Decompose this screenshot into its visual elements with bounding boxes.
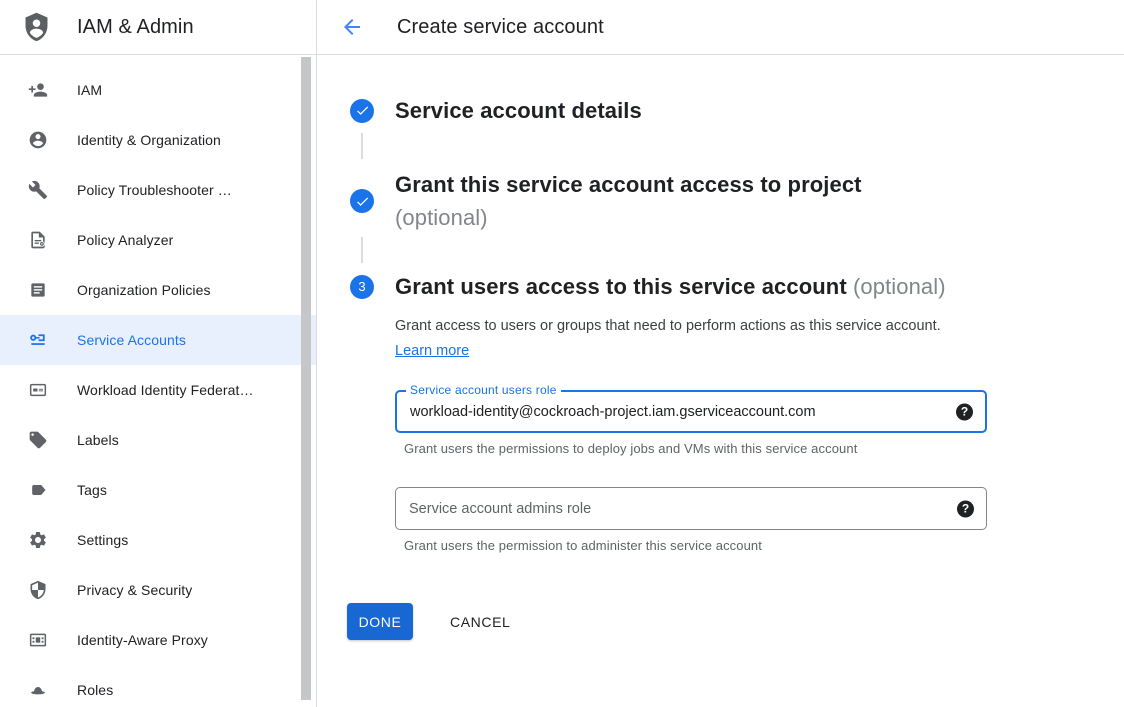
- users-role-helper-text: Grant users the permissions to deploy jo…: [404, 441, 1124, 456]
- learn-more-link[interactable]: Learn more: [395, 343, 469, 359]
- step-connector: [361, 133, 363, 159]
- label-arrow-icon: [28, 480, 48, 500]
- sidebar-item-service-accounts[interactable]: Service Accounts: [0, 315, 316, 365]
- step3-optional-label: (optional): [853, 274, 946, 299]
- document-gear-icon: [28, 230, 48, 250]
- product-name: IAM & Admin: [77, 16, 194, 39]
- step1-check-icon: [350, 99, 374, 123]
- person-add-icon: [28, 80, 48, 100]
- wrench-icon: [28, 180, 48, 200]
- product-header: IAM & Admin: [0, 0, 317, 54]
- gear-icon: [28, 530, 48, 550]
- step2-optional-label: (optional): [395, 205, 488, 230]
- sidebar-item-label: Policy Analyzer: [77, 232, 173, 248]
- step3-number-badge: 3: [350, 275, 374, 299]
- sidebar-scrollbar-track: [301, 55, 311, 707]
- iam-shield-icon: [21, 10, 52, 44]
- service-account-admins-role-field: ?: [395, 487, 987, 530]
- admins-role-input[interactable]: [396, 488, 986, 529]
- form-actions: DONE CANCEL: [347, 603, 1124, 640]
- help-icon[interactable]: ?: [957, 500, 974, 517]
- sidebar-item-label: Identity & Organization: [77, 132, 221, 148]
- sidebar-item-label: Privacy & Security: [77, 582, 192, 598]
- sidebar-item-label: Labels: [77, 432, 119, 448]
- users-role-input[interactable]: [397, 392, 985, 431]
- sidebar-item-policy-troubleshooter[interactable]: Policy Troubleshooter …: [0, 165, 316, 215]
- sidebar-item-label: Policy Troubleshooter …: [77, 182, 232, 198]
- page-header: Create service account: [317, 0, 1124, 54]
- list-document-icon: [28, 280, 48, 300]
- step3-title: Grant users access to this service accou…: [395, 272, 946, 301]
- service-account-users-role-field: Service account users role ?: [395, 390, 987, 433]
- users-role-floating-label: Service account users role: [406, 383, 561, 397]
- sidebar-item-label: Service Accounts: [77, 332, 186, 348]
- hat-icon: [28, 680, 48, 700]
- help-icon[interactable]: ?: [956, 403, 973, 420]
- sidebar-item-settings[interactable]: Settings: [0, 515, 316, 565]
- sidebar-item-label: Identity-Aware Proxy: [77, 632, 208, 648]
- sidebar-item-privacy-security[interactable]: Privacy & Security: [0, 565, 316, 615]
- step-service-account-details[interactable]: Service account details: [350, 96, 1124, 125]
- sidebar-item-label: Workload Identity Federat…: [77, 382, 254, 398]
- sidebar-item-tags[interactable]: Tags: [0, 465, 316, 515]
- step2-title: Grant this service account access to pro…: [395, 168, 862, 234]
- shield-half-icon: [28, 580, 48, 600]
- create-service-account-form: Service account details Grant this servi…: [318, 55, 1124, 707]
- arrow-back-icon[interactable]: [340, 15, 364, 39]
- sidebar-item-identity-aware-proxy[interactable]: Identity-Aware Proxy: [0, 615, 316, 665]
- sidebar-item-iam[interactable]: IAM: [0, 65, 316, 115]
- iam-admin-app: IAM & Admin Create service account IAM I…: [0, 0, 1124, 707]
- sidebar-scrollbar-thumb[interactable]: [301, 57, 311, 700]
- step2-check-icon: [350, 189, 374, 213]
- top-bar: IAM & Admin Create service account: [0, 0, 1124, 55]
- sidebar-item-labels[interactable]: Labels: [0, 415, 316, 465]
- sidebar-item-label: Organization Policies: [77, 282, 211, 298]
- step-connector: [361, 237, 363, 263]
- tag-icon: [28, 430, 48, 450]
- done-button[interactable]: DONE: [347, 603, 413, 640]
- sidebar-item-label: Roles: [77, 682, 113, 698]
- description-text: Grant access to users or groups that nee…: [395, 318, 941, 334]
- sidebar-item-organization-policies[interactable]: Organization Policies: [0, 265, 316, 315]
- sidebar-item-policy-analyzer[interactable]: Policy Analyzer: [0, 215, 316, 265]
- sidebar-nav: IAM Identity & Organization Policy Troub…: [0, 55, 317, 707]
- step3-body: Grant access to users or groups that nee…: [395, 314, 1124, 553]
- sidebar-item-identity-organization[interactable]: Identity & Organization: [0, 115, 316, 165]
- page-title: Create service account: [397, 16, 604, 39]
- sidebar-item-workload-identity-federation[interactable]: Workload Identity Federat…: [0, 365, 316, 415]
- sidebar-item-label: Tags: [77, 482, 107, 498]
- sidebar-item-label: Settings: [77, 532, 128, 548]
- proxy-grid-icon: [28, 630, 48, 650]
- account-circle-icon: [28, 130, 48, 150]
- step1-title: Service account details: [395, 96, 642, 125]
- step-grant-access-to-project[interactable]: Grant this service account access to pro…: [350, 168, 1124, 234]
- id-card-icon: [28, 380, 48, 400]
- step-grant-users-access: 3 Grant users access to this service acc…: [350, 272, 1124, 301]
- admins-role-helper-text: Grant users the permission to administer…: [404, 538, 1124, 553]
- cancel-button[interactable]: CANCEL: [450, 614, 510, 630]
- step3-title-text: Grant users access to this service accou…: [395, 274, 847, 299]
- step3-description: Grant access to users or groups that nee…: [395, 314, 957, 364]
- service-account-key-icon: [28, 330, 48, 350]
- sidebar-item-label: IAM: [77, 82, 102, 98]
- step2-title-text: Grant this service account access to pro…: [395, 172, 862, 197]
- sidebar-item-roles[interactable]: Roles: [0, 665, 316, 707]
